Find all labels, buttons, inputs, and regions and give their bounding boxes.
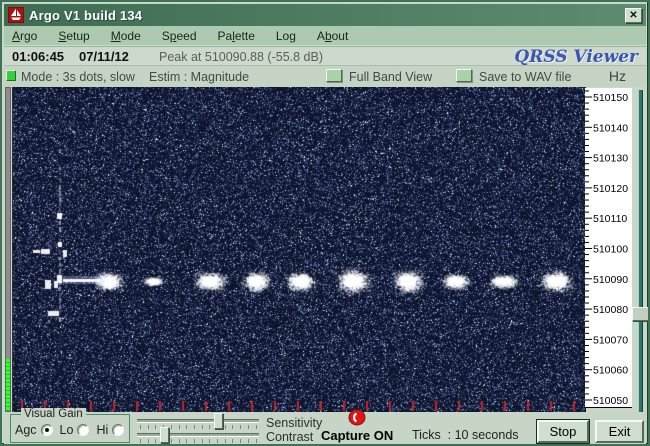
full-band-view-button[interactable] <box>326 69 342 82</box>
radio-option-hi[interactable]: Hi <box>96 423 125 437</box>
full-band-view-label: Full Band View <box>349 70 433 84</box>
svg-text:510140: 510140 <box>593 122 628 134</box>
close-button[interactable]: ✕ <box>625 7 642 23</box>
svg-text:510090: 510090 <box>593 274 628 286</box>
capture-status-label: Capture ON <box>321 428 394 443</box>
menu-item-about[interactable]: About <box>317 29 348 43</box>
menu-item-setup[interactable]: Setup <box>58 29 89 43</box>
radio-option-agc[interactable]: Agc <box>15 423 53 437</box>
menu-item-mode[interactable]: Mode <box>111 29 141 43</box>
app-brand: QRSS Viewer <box>514 47 638 67</box>
frequency-scrollbar-track[interactable] <box>638 90 643 414</box>
clock-time: 01:06:45 <box>12 49 65 64</box>
mode-readout: Mode : 3s dots, slow <box>21 70 135 84</box>
svg-text:510120: 510120 <box>593 183 628 195</box>
svg-text:510070: 510070 <box>593 334 628 346</box>
app-sailboat-icon <box>8 7 24 23</box>
sensitivity-slider-track[interactable] <box>137 419 259 423</box>
svg-text:510050: 510050 <box>593 395 628 407</box>
contrast-label: Contrast <box>266 430 314 444</box>
ticks-interval-label: Ticks : 10 seconds <box>412 428 519 442</box>
menu-item-argo[interactable]: Argo <box>12 29 37 43</box>
window-title: Argo V1 build 134 <box>29 7 143 23</box>
save-to-wav-button[interactable] <box>456 69 472 82</box>
level-meter-fill <box>6 359 10 411</box>
activity-led-icon <box>6 70 16 81</box>
svg-text:510060: 510060 <box>593 365 628 377</box>
sensitivity-label: Sensitivity <box>266 416 323 430</box>
save-to-wav-label: Save to WAV file <box>479 70 572 84</box>
exit-button[interactable]: Exit <box>595 420 644 443</box>
svg-text:510150: 510150 <box>593 92 628 104</box>
sensitivity-slider-thumb[interactable] <box>213 413 223 429</box>
visual-gain-title: Visual Gain <box>21 408 86 420</box>
estim-readout: Estim : Magnitude <box>149 70 250 84</box>
frequency-unit-label: Hz <box>608 68 626 84</box>
stop-button[interactable]: Stop <box>536 419 590 444</box>
level-meter <box>5 87 11 412</box>
spectrogram-canvas[interactable] <box>12 87 586 412</box>
mode-bar: Mode : 3s dots, slow Estim : Magnitude F… <box>4 65 646 87</box>
frequency-scrollbar-thumb[interactable] <box>632 307 648 321</box>
visual-gain-group: Visual Gain Agc Lo Hi <box>10 408 131 443</box>
contrast-slider-track[interactable] <box>137 433 259 437</box>
svg-text:510130: 510130 <box>593 153 628 165</box>
frequency-scale: 510150 510140 510130 510120 510110 510100 5100… <box>585 88 632 408</box>
clock-date: 07/11/12 <box>79 49 129 64</box>
menu-item-log[interactable]: Log <box>276 29 296 43</box>
svg-text:510080: 510080 <box>593 304 628 316</box>
menu-bar: Argo Setup Mode Speed Palette Log About <box>4 26 646 46</box>
control-bar: Visual Gain Agc Lo Hi Sensitivity Contrast… <box>4 408 646 444</box>
info-bar: 01:06:45 07/11/12 Peak at 510090.88 (-55… <box>4 46 646 67</box>
capture-led-icon <box>348 409 366 426</box>
title-bar[interactable]: Argo V1 build 134 ✕ <box>4 4 646 26</box>
peak-readout: Peak at 510090.88 (-55.8 dB) <box>159 50 324 64</box>
svg-text:510100: 510100 <box>593 244 628 256</box>
menu-item-speed[interactable]: Speed <box>162 29 197 43</box>
radio-option-lo[interactable]: Lo <box>60 423 90 437</box>
svg-text:510110: 510110 <box>593 213 627 225</box>
argo-window: Argo V1 build 134 ✕ Argo Setup Mode Speed Pa… <box>0 0 650 446</box>
menu-item-palette[interactable]: Palette <box>218 29 255 43</box>
contrast-slider-thumb[interactable] <box>159 427 169 443</box>
visual-gain-options: Agc Lo Hi <box>15 423 131 437</box>
